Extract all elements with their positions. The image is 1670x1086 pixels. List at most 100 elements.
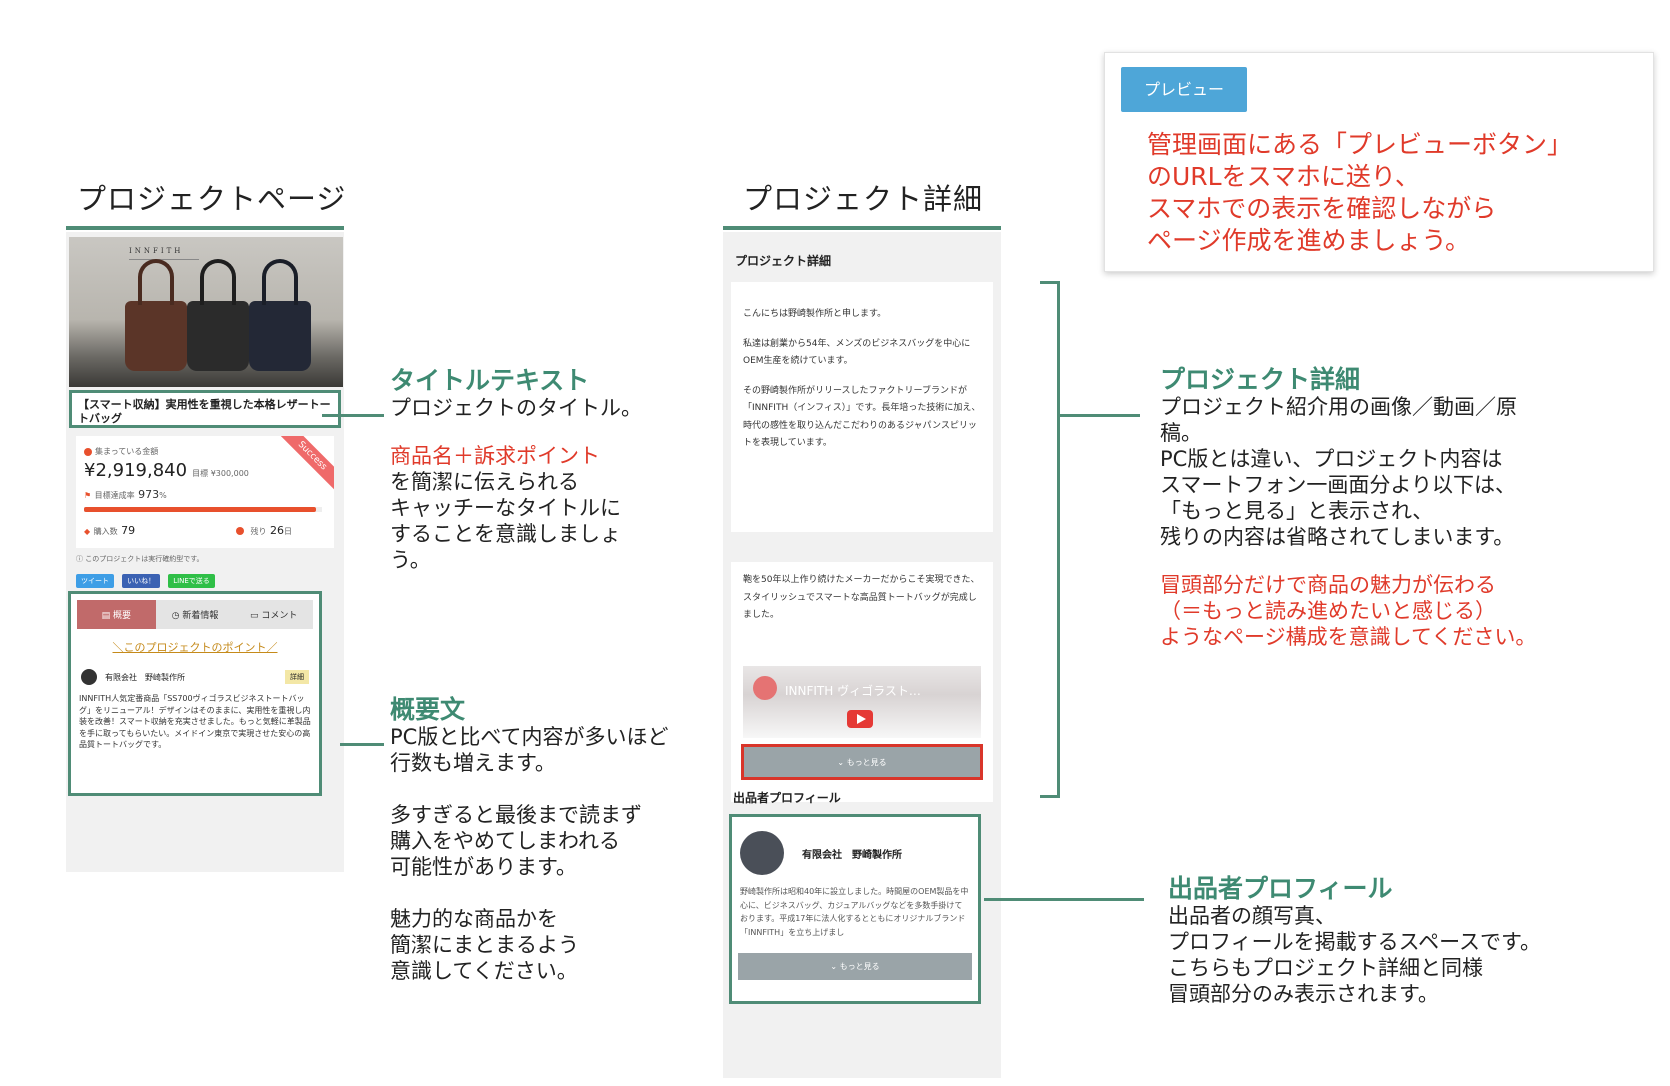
company-name: 有限会社 野崎製作所 [105,672,185,682]
bag-brown [125,301,187,371]
progress-label: 目標達成率 [94,491,135,500]
video-title: INNFITH ヴィゴラスト… [785,684,921,698]
clock-icon: ◷ [171,611,183,621]
detail-connector [1060,414,1140,417]
title-highlight-box: 【スマート収納】実用性を重視した本格レザートートバッグ [69,390,341,428]
bag-handle [262,259,298,305]
document-icon: ▤ [101,611,114,621]
detail-badge[interactable]: 詳細 [285,670,309,684]
profile-name: 有限会社 野崎製作所 [802,849,902,861]
annotation-overview: 概要文 PC版と比べて内容が多いほど 行数も増えます。 多すぎると最後まで読まず… [390,696,690,984]
title-connector [322,414,384,417]
hero-brand-logo: INNFITH [129,247,184,255]
overview-connector [340,743,384,746]
annotation-detail-body: プロジェクト紹介用の画像／動画／原 稿。 PC版とは違い、プロジェクト内容は ス… [1160,394,1517,549]
annotation-title-text: タイトルテキスト プロジェクトのタイトル。 商品名＋訴求ポイント を簡潔に伝えら… [390,367,680,573]
detail-bracket [1040,281,1060,798]
detail-more-button[interactable]: ⌄ もっと見る [744,747,980,777]
detail-media-card: 鞄を50年以上作り続けたメーカーだからこそ実現できた、スタイリッシュでスマートな… [731,562,993,802]
bag-handle [138,259,174,305]
sns-buttons: ツイート いいね！ LINEで送る [76,568,218,588]
section-underline [66,226,344,230]
hero-image: INNFITH [69,237,343,387]
detail-para-1: こんにちは野崎製作所と申します。 [743,309,887,319]
success-ribbon: Success [272,436,334,496]
target-amount: 目標 ¥300,000 [192,469,249,478]
video-thumbnail[interactable]: INNFITH ヴィゴラスト… [743,666,981,738]
bag-handle [200,259,236,305]
bag-navy [249,301,311,371]
clock-icon [84,447,92,456]
profile-avatar [740,831,784,875]
project-notice: ⓘ このプロジェクトは実行確約型です。 [76,555,204,563]
days-unit: 日 [284,527,292,536]
collected-label: 集まっている金額 [84,446,158,457]
annotation-title-red: 商品名＋訴求ポイント [390,443,600,468]
avatar [81,669,97,685]
hero-divider [129,259,199,260]
stats-card: Success 集まっている金額 ¥2,919,840 目標 ¥300,000 … [76,436,334,548]
detail-para-3: その野崎製作所がリリースしたファクトリーブランドが「INNFITH（インフィス）… [743,385,981,449]
tab-comments[interactable]: ▭ コメント [234,600,314,629]
tag-icon: ◆ [84,527,91,536]
overview-text: INNFITH人気定番商品「SS700ヴィゴラスビジネストートバッグ」をリニュー… [71,685,319,759]
annotation-title-body2: を簡潔に伝えられる キャッチーなタイトルに することを意識しましょ う。 [390,469,621,572]
tweet-button[interactable]: ツイート [76,574,114,588]
preview-button[interactable]: プレビュー [1121,67,1247,112]
progress-bar [84,507,316,512]
annotation-profile-body: 出品者の顔写真、 プロフィールを掲載するスペースです。 こちらもプロジェクト詳細… [1168,903,1541,1006]
profile-text: 野崎製作所は昭和40年に設立しました。時間屋のOEM製品を中心に、ビジネスバッグ… [740,887,969,937]
detail-text-card: こんにちは野崎製作所と申します。 私達は創業から54年、メンズのビジネスバッグを… [731,282,993,532]
clock-icon [236,527,244,535]
tab-bar: ▤ 概要 ◷ 新着情報 ▭ コメント [77,600,314,629]
overview-highlight-box: ▤ 概要 ◷ 新着情報 ▭ コメント ＼このプロジェクトのポイント／ 有限会社 … [68,591,322,796]
channel-avatar [753,676,777,700]
profile-more-button[interactable]: ⌄ もっと見る [738,953,972,980]
more-highlight-box: ⌄ もっと見る [741,744,983,780]
annotation-profile: 出品者プロフィール 出品者の顔写真、 プロフィールを掲載するスペースです。 こち… [1168,875,1608,1007]
comment-icon: ▭ [249,611,262,621]
project-page-mockup: INNFITH 【スマート収納】実用性を重視した本格レザートートバッグ Succ… [66,232,344,872]
profile-connector [984,898,1144,901]
play-triangle-icon [857,714,866,724]
preview-info-box: プレビュー 管理画面にある「プレビューボタン」 のURLをスマホに送り、 スマホ… [1104,52,1654,272]
detail-card-heading: プロジェクト詳細 [735,254,832,268]
collected-amount-row: ¥2,919,840 目標 ¥300,000 [84,460,249,481]
points-link[interactable]: ＼このプロジェクトのポイント／ [71,639,319,655]
progress-row: ⚑ 目標達成率 973% [84,488,167,501]
tab-news[interactable]: ◷ 新着情報 [155,600,235,629]
buyers-value: 79 [121,524,136,537]
annotation-detail: プロジェクト詳細 プロジェクト紹介用の画像／動画／原 稿。 PC版とは違い、プロ… [1160,366,1620,650]
annotation-profile-heading: 出品者プロフィール [1168,874,1393,903]
line-button[interactable]: LINEで送る [168,574,215,588]
days-label: 残り [250,527,267,536]
profile-row: 有限会社 野崎製作所 [732,817,978,885]
annotation-overview-heading: 概要文 [390,695,466,724]
annotation-detail-red: 冒頭部分だけで商品の魅力が伝わる （＝もっと読み進めたいと感じる） ようなページ… [1160,572,1537,649]
days-row: 残り 26日 [236,524,292,537]
progress-unit: % [159,491,167,500]
company-row: 有限会社 野崎製作所 詳細 [71,669,319,685]
annotation-title-heading: タイトルテキスト [390,366,590,395]
buyers-row: ◆ 購入数 79 [84,524,135,537]
section-title-project-page: プロジェクトページ [77,182,347,216]
like-button[interactable]: いいね！ [122,574,161,588]
section-underline [723,226,1001,230]
profile-highlight-box: 有限会社 野崎製作所 野崎製作所は昭和40年に設立しました。時間屋のOEM製品を… [729,814,981,1004]
buyers-label: 購入数 [93,527,118,536]
annotation-title-body: プロジェクトのタイトル。 [390,395,642,420]
section-title-project-detail: プロジェクト詳細 [743,182,984,216]
annotation-detail-heading: プロジェクト詳細 [1160,365,1361,394]
detail-para-4: 鞄を50年以上作り続けたメーカーだからこそ実現できた、スタイリッシュでスマートな… [743,575,980,621]
tab-overview[interactable]: ▤ 概要 [77,600,156,629]
project-detail-mockup: プロジェクト詳細 こんにちは野崎製作所と申します。 私達は創業から54年、メンズ… [723,232,1001,1078]
detail-para-2: 私達は創業から54年、メンズのビジネスバッグを中心にOEM生産を続けています。 [743,338,971,367]
profile-heading: 出品者プロフィール [733,791,841,805]
progress-value: 973 [138,488,160,501]
days-value: 26 [270,524,284,537]
project-title: 【スマート収納】実用性を重視した本格レザートートバッグ [72,393,338,425]
flag-icon: ⚑ [84,491,92,500]
preview-note: 管理画面にある「プレビューボタン」 のURLをスマホに送り、 スマホでの表示を確… [1147,130,1573,255]
collected-amount: ¥2,919,840 [84,460,188,481]
annotation-overview-body: PC版と比べて内容が多いほど 行数も増えます。 多すぎると最後まで読まず 購入を… [390,724,669,983]
